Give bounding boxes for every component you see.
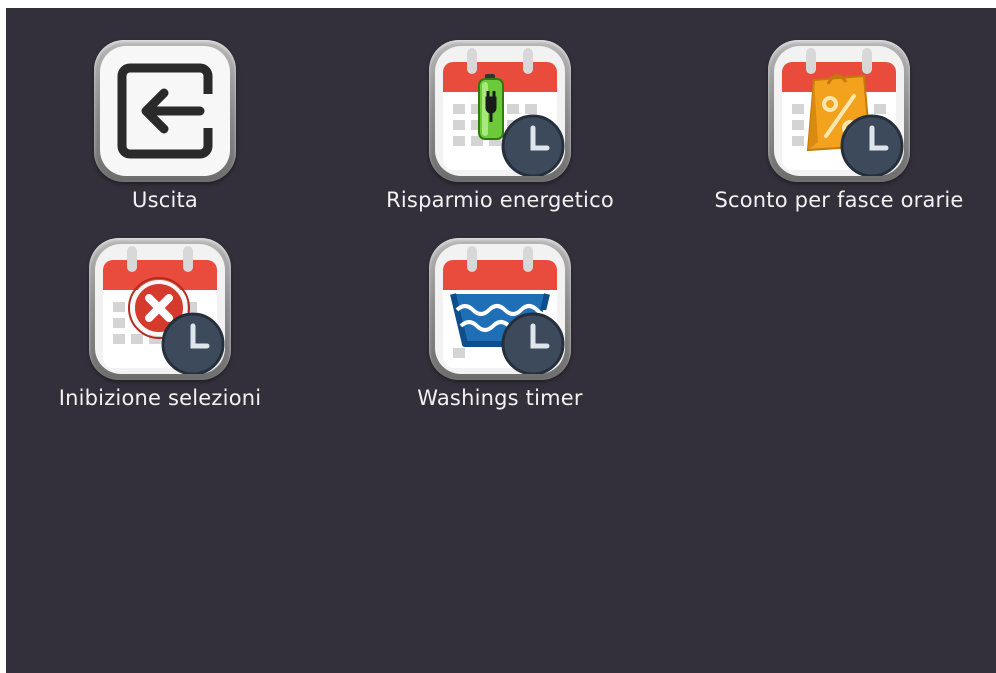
menu-item-energy-saving[interactable]: Risparmio energetico	[350, 40, 650, 230]
icon-frame	[429, 40, 571, 182]
icon-frame	[89, 238, 231, 380]
menu-item-time-discount[interactable]: Sconto per fasce orarie	[689, 40, 989, 230]
main-menu-screen: Uscita Risparmio energetico Sconto per f…	[6, 8, 996, 673]
icon-frame	[429, 238, 571, 380]
calendar-cancel-clock-icon	[95, 244, 225, 374]
calendar-washing-clock-icon	[435, 244, 565, 374]
icon-frame	[768, 40, 910, 182]
menu-item-label: Inibizione selezioni	[58, 386, 262, 410]
menu-item-exit[interactable]: Uscita	[15, 40, 315, 230]
menu-item-label: Uscita	[132, 188, 198, 212]
menu-item-washings-timer[interactable]: Washings timer	[350, 238, 650, 428]
menu-item-label: Sconto per fasce orarie	[714, 188, 964, 212]
menu-item-inhibit-selections[interactable]: Inibizione selezioni	[10, 238, 310, 428]
calendar-shopping-bag-clock-icon	[774, 46, 904, 176]
calendar-battery-clock-icon	[435, 46, 565, 176]
menu-item-label: Risparmio energetico	[386, 188, 614, 212]
exit-icon	[100, 46, 230, 176]
menu-item-label: Washings timer	[417, 386, 583, 410]
icon-frame	[94, 40, 236, 182]
